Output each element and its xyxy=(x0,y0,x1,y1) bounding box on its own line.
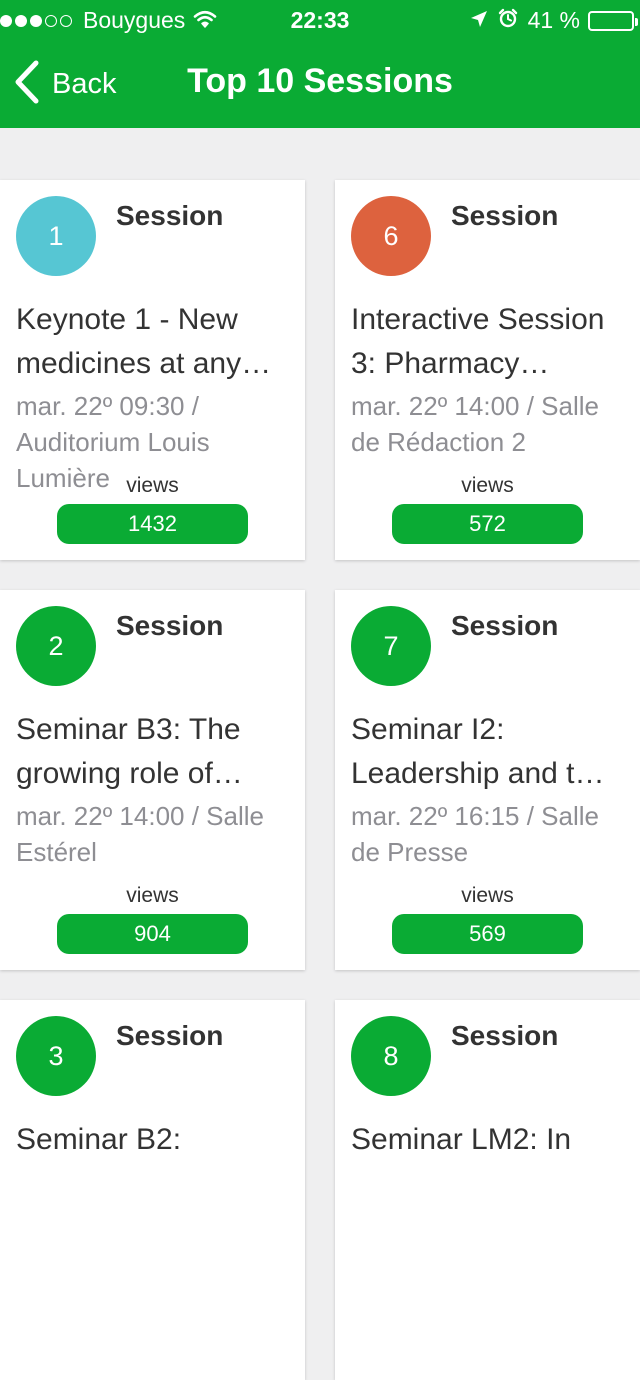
session-kind-label: Session xyxy=(451,200,559,231)
rank-badge: 7 xyxy=(351,606,431,686)
session-title: Seminar B3: The growing role of… xyxy=(16,713,243,790)
session-title: Keynote 1 - New medicines at any… xyxy=(16,303,272,380)
session-card[interactable]: 1 Session Keynote 1 - New medicines at a… xyxy=(0,180,305,560)
alarm-clock-icon xyxy=(498,7,518,34)
views-count-badge: 572 xyxy=(392,504,583,544)
views-label: views xyxy=(126,474,179,497)
session-card[interactable]: 6 Session Interactive Session 3: Pharmac… xyxy=(335,180,640,560)
session-meta: mar. 22º 14:00 / Salle Estérel xyxy=(16,801,264,867)
location-arrow-icon xyxy=(470,7,488,34)
session-kind-label: Session xyxy=(116,1020,224,1051)
session-card[interactable]: 7 Session Seminar I2: Leadership and t… … xyxy=(335,590,640,970)
session-kind-label: Session xyxy=(116,610,224,641)
session-kind-label: Session xyxy=(451,610,559,641)
views-count-badge: 1432 xyxy=(57,504,248,544)
rank-badge: 6 xyxy=(351,196,431,276)
session-card[interactable]: 3 Session Seminar B2: xyxy=(0,1000,305,1380)
page-title: Top 10 Sessions xyxy=(187,62,453,100)
session-title: Seminar LM2: In xyxy=(351,1123,572,1156)
session-title: Seminar B2: xyxy=(16,1123,182,1156)
views-label: views xyxy=(461,474,514,497)
rank-badge: 1 xyxy=(16,196,96,276)
session-title: Seminar I2: Leadership and t… xyxy=(351,713,605,790)
session-meta: mar. 22º 14:00 / Salle de Rédaction 2 xyxy=(351,391,599,457)
views-label: views xyxy=(461,884,514,907)
battery-icon xyxy=(588,10,638,31)
status-right: 41 % xyxy=(470,7,638,34)
rank-badge: 2 xyxy=(16,606,96,686)
session-card[interactable]: 8 Session Seminar LM2: In xyxy=(335,1000,640,1380)
session-kind-label: Session xyxy=(116,200,224,231)
app-header: Bouygues 22:33 41 % Back Top 10 Sessions xyxy=(0,0,640,128)
views-label: views xyxy=(126,884,179,907)
battery-percent: 41 % xyxy=(527,7,580,33)
session-title: Interactive Session 3: Pharmacy… xyxy=(351,303,605,380)
session-card[interactable]: 2 Session Seminar B3: The growing role o… xyxy=(0,590,305,970)
status-bar: Bouygues 22:33 41 % xyxy=(0,0,640,40)
session-meta: mar. 22º 16:15 / Salle de Presse xyxy=(351,801,599,867)
rank-badge: 3 xyxy=(16,1016,96,1096)
views-count-badge: 569 xyxy=(392,914,583,954)
rank-badge: 8 xyxy=(351,1016,431,1096)
session-kind-label: Session xyxy=(451,1020,559,1051)
views-count-badge: 904 xyxy=(57,914,248,954)
